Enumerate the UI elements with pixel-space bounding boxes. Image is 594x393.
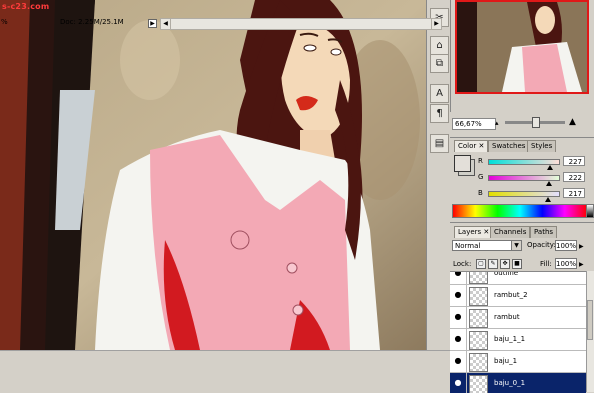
- layer-divider: [466, 285, 467, 307]
- scroll-right-icon[interactable]: ▶: [431, 19, 441, 29]
- tab-channels[interactable]: Channels: [490, 226, 531, 238]
- layer-name: rambut_2: [494, 291, 528, 299]
- layer-thumbnail: [469, 287, 488, 306]
- opacity-arrow-icon[interactable]: ▶: [579, 243, 584, 250]
- tool-strip: ✂ ⌂ ⧉ A ¶ ▤: [426, 0, 451, 350]
- opacity-field[interactable]: 100%: [555, 240, 577, 251]
- lock-image-icon[interactable]: ✎: [488, 259, 498, 269]
- document-size-info: Doc: 2.25M/25.1M: [60, 18, 124, 26]
- eye-icon[interactable]: ●: [453, 291, 463, 299]
- layer-row[interactable]: ● baju_1_1: [450, 329, 586, 351]
- layer-list: ● outline ● rambut_2 ● rambut ● baju_1_1 ● baju_1…: [450, 271, 586, 393]
- layer-divider: [466, 351, 467, 373]
- tab-layers[interactable]: Layers ✕: [454, 226, 494, 238]
- watermark-text: s-c23.com: [2, 2, 50, 11]
- layer-name: rambut: [494, 313, 520, 321]
- status-menu-arrow-icon[interactable]: ▶: [148, 19, 157, 28]
- layer-name: outline: [494, 271, 519, 277]
- tab-paths[interactable]: Paths: [530, 226, 558, 238]
- channel-label: R: [478, 157, 483, 165]
- layer-list-scroll-thumb[interactable]: [587, 300, 593, 340]
- eye-icon[interactable]: ●: [453, 357, 463, 365]
- channel-label: B: [478, 189, 483, 197]
- tab-color[interactable]: Color ✕: [454, 140, 489, 152]
- layer-divider: [466, 307, 467, 329]
- black-white-ramp[interactable]: [586, 204, 594, 218]
- chevron-down-icon: ▼: [511, 241, 521, 250]
- status-bar: [0, 350, 450, 393]
- channel-value-field[interactable]: 222: [563, 172, 585, 182]
- layer-row[interactable]: ● rambut_2: [450, 285, 586, 307]
- lock-position-icon[interactable]: ✥: [500, 259, 510, 269]
- layer-row[interactable]: ● outline: [450, 271, 586, 285]
- navigator-preview: [457, 2, 587, 92]
- layer-comps-icon[interactable]: ▤: [430, 134, 449, 153]
- horizontal-scrollbar[interactable]: ◀ ▶: [160, 18, 442, 30]
- stamp-icon[interactable]: ⌂: [430, 36, 449, 55]
- layer-thumbnail: [469, 331, 488, 350]
- zoom-out-icon[interactable]: ▴: [495, 119, 499, 127]
- layer-row[interactable]: ● baju_0_1: [450, 373, 586, 393]
- layer-name: baju_0_1: [494, 379, 526, 387]
- eye-icon[interactable]: ●: [453, 379, 463, 387]
- eye-icon[interactable]: ●: [453, 272, 463, 277]
- blend-mode-select[interactable]: Normal ▼: [452, 240, 522, 251]
- fill-label: Fill:: [540, 260, 552, 268]
- layer-thumbnail: [469, 375, 488, 393]
- layer-name: baju_1: [494, 357, 518, 365]
- tab-swatches[interactable]: Swatches: [488, 140, 530, 152]
- fill-field[interactable]: 100%: [555, 258, 577, 269]
- layer-row[interactable]: ● rambut: [450, 307, 586, 329]
- fill-arrow-icon[interactable]: ▶: [579, 261, 584, 268]
- eye-icon[interactable]: ●: [453, 335, 463, 343]
- layer-divider: [466, 373, 467, 393]
- channel-slider-knob[interactable]: [544, 197, 551, 202]
- tab-color-label: Color: [458, 142, 477, 150]
- scroll-left-icon[interactable]: ◀: [161, 19, 171, 29]
- navigator-thumbnail[interactable]: [455, 0, 589, 94]
- channel-label: G: [478, 173, 484, 181]
- layer-thumbnail: [469, 309, 488, 328]
- tab-styles[interactable]: Styles: [527, 140, 557, 152]
- channel-slider-knob[interactable]: [547, 165, 554, 170]
- document-canvas[interactable]: s-c23.com: [0, 0, 426, 350]
- color-spectrum-bar[interactable]: [452, 204, 588, 218]
- channel-value-field[interactable]: 217: [563, 188, 585, 198]
- navigator-zoom-field[interactable]: 66,67%: [452, 118, 496, 130]
- layer-divider: [466, 329, 467, 351]
- lock-all-icon[interactable]: ■: [512, 259, 522, 269]
- layer-name: baju_1_1: [494, 335, 526, 343]
- tab-layers-label: Layers: [458, 228, 482, 236]
- illustration: [0, 0, 426, 350]
- lock-label: Lock:: [453, 260, 472, 268]
- channel-slider-knob[interactable]: [545, 181, 552, 186]
- layer-row[interactable]: ● baju_1: [450, 351, 586, 373]
- layer-divider: [466, 272, 467, 285]
- layer-thumbnail: [469, 272, 488, 284]
- zoom-slider-thumb[interactable]: [532, 117, 540, 128]
- zoom-in-icon[interactable]: ▲: [569, 117, 576, 127]
- character-icon[interactable]: A: [430, 84, 449, 103]
- history-brush-icon[interactable]: ⧉: [430, 54, 449, 73]
- blend-mode-value: Normal: [455, 242, 481, 250]
- layer-thumbnail: [469, 353, 488, 372]
- opacity-label: Opacity:: [527, 241, 556, 249]
- foreground-color-swatch[interactable]: [454, 155, 471, 172]
- paragraph-icon[interactable]: ¶: [430, 104, 449, 123]
- eye-icon[interactable]: ●: [453, 313, 463, 321]
- lock-transparency-icon[interactable]: ▢: [476, 259, 486, 269]
- channel-value-field[interactable]: 227: [563, 156, 585, 166]
- status-zoom-readout[interactable]: %: [1, 17, 21, 28]
